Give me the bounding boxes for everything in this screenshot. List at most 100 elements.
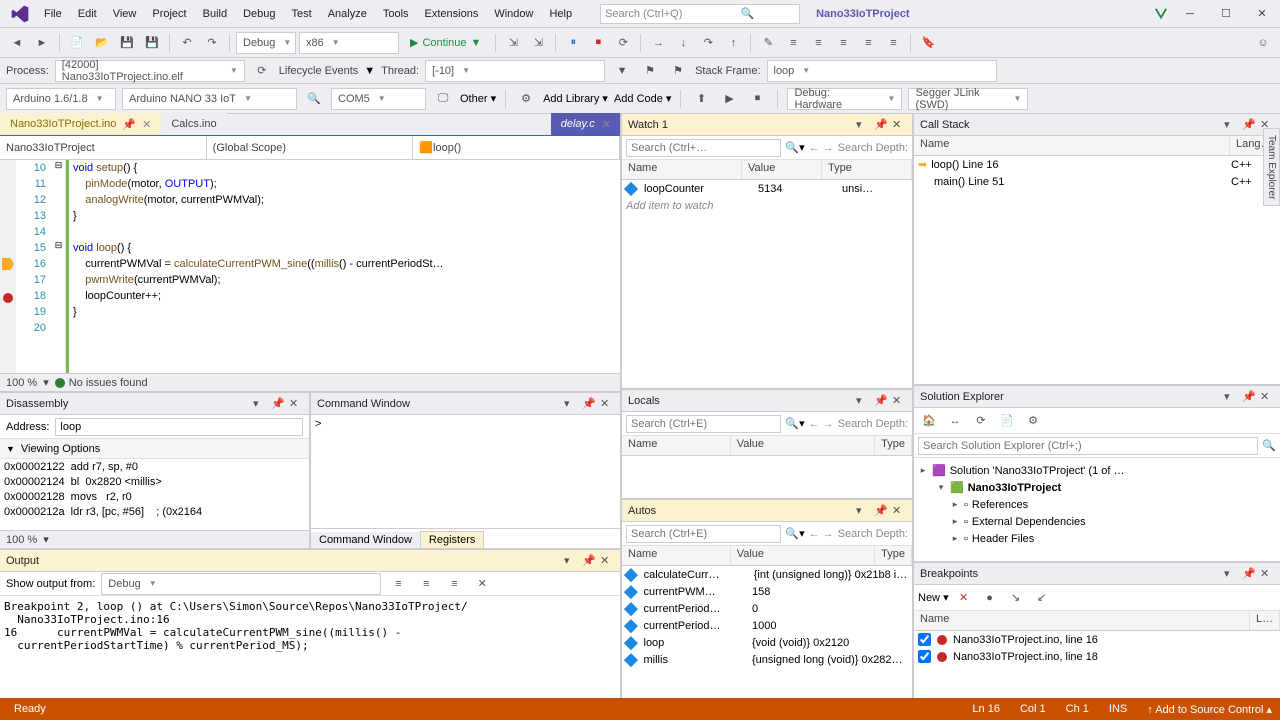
pause-icon[interactable]: ⏸ — [562, 32, 584, 54]
code-area[interactable]: 1011121314151617181920 ⊟⊟ void setup() {… — [0, 160, 620, 373]
sync-icon[interactable]: ↔ — [944, 410, 966, 432]
tb-icon-f[interactable]: ≡ — [882, 32, 904, 54]
show-next-stmt-icon[interactable]: → — [647, 32, 669, 54]
properties-icon[interactable]: ⚙ — [1022, 410, 1044, 432]
menu-test[interactable]: Test — [284, 4, 320, 24]
debug-stop-icon[interactable]: ⏹ — [746, 88, 768, 110]
nav-project[interactable]: Nano33IoTProject — [0, 136, 207, 159]
menu-build[interactable]: Build — [195, 4, 235, 24]
disassembly-header[interactable]: Disassembly▾📌✕ — [0, 393, 309, 415]
feedback-icon[interactable]: ☺ — [1252, 32, 1274, 54]
restart-icon[interactable]: ⟳ — [612, 32, 634, 54]
menu-file[interactable]: File — [36, 4, 70, 24]
autos-row[interactable]: currentPWM…158int — [622, 583, 912, 600]
clear-icon[interactable]: ✕ — [471, 573, 493, 595]
menu-help[interactable]: Help — [541, 4, 580, 24]
showall-icon[interactable]: 📄 — [996, 410, 1018, 432]
tab-main-ino[interactable]: Nano33IoTProject.ino📌✕ — [0, 113, 161, 135]
tb-icon-a[interactable]: ✎ — [757, 32, 779, 54]
pin-icon[interactable]: 📌 — [271, 397, 285, 411]
output-source-combo[interactable]: Debug▼ — [101, 573, 381, 595]
close-icon[interactable]: ✕ — [289, 397, 303, 411]
process-combo[interactable]: [42000] Nano33IoTProject.ino.elf▼ — [55, 60, 245, 82]
status-scm[interactable]: ↑ Add to Source Control ▴ — [1147, 703, 1272, 716]
save-icon[interactable]: 💾 — [116, 32, 138, 54]
nav-back-icon[interactable]: ◄ — [6, 32, 28, 54]
nav-func[interactable]: 🟧 loop() — [413, 136, 620, 159]
dropdown-icon[interactable]: ▾ — [253, 397, 267, 411]
autos-row[interactable]: millis{unsigned long (void)} 0x2820 …uns… — [622, 651, 912, 668]
output-icon3[interactable]: ≡ — [443, 573, 465, 595]
stackframe-combo[interactable]: loop▼ — [767, 60, 997, 82]
output-icon1[interactable]: ≡ — [387, 573, 409, 595]
com-combo[interactable]: COM5▼ — [331, 88, 426, 110]
menu-view[interactable]: View — [105, 4, 145, 24]
redo-icon[interactable]: ↷ — [201, 32, 223, 54]
command-body[interactable]: > — [311, 415, 620, 528]
nav-scope[interactable]: (Global Scope) — [207, 136, 414, 159]
save-all-icon[interactable]: 💾 — [141, 32, 163, 54]
autos-header[interactable]: Autos▾📌✕ — [622, 500, 912, 522]
menu-debug[interactable]: Debug — [235, 4, 283, 24]
menu-analyze[interactable]: Analyze — [320, 4, 375, 24]
lifecycle-icon[interactable]: ⟳ — [251, 60, 273, 82]
side-tab-team-explorer[interactable]: Team Explorer — [1263, 128, 1280, 206]
tab-calcs-ino[interactable]: Calcs.ino — [161, 113, 226, 135]
search-board-icon[interactable]: 🔍 — [303, 88, 325, 110]
delete-bp-icon[interactable]: ✕ — [953, 587, 975, 609]
step-icon2[interactable]: ⇲ — [527, 32, 549, 54]
add-code[interactable]: Add Code ▾ — [614, 92, 672, 105]
other-dropdown[interactable]: Other ▾ — [460, 92, 496, 105]
output-icon2[interactable]: ≡ — [415, 573, 437, 595]
solution-tree[interactable]: ▸🟪 Solution 'Nano33IoTProject' (1 of … ▾… — [914, 458, 1280, 561]
menu-tools[interactable]: Tools — [375, 4, 417, 24]
close-button[interactable]: ✕ — [1248, 4, 1276, 24]
continue-button[interactable]: ▶ Continue ▼ — [402, 32, 489, 54]
add-library[interactable]: Add Library ▾ — [543, 92, 608, 105]
tb-icon-b[interactable]: ≡ — [782, 32, 804, 54]
output-header[interactable]: Output▾📌✕ — [0, 550, 620, 572]
viewing-options[interactable]: ▼Viewing Options — [0, 439, 309, 459]
pin-icon[interactable]: 📌 — [122, 118, 136, 131]
import-icon[interactable]: ↙ — [1031, 587, 1053, 609]
gear-icon[interactable]: ⚙ — [515, 88, 537, 110]
new-project-icon[interactable]: 📄 — [66, 32, 88, 54]
maximize-button[interactable]: ☐ — [1212, 4, 1240, 24]
step-into-icon[interactable]: ↓ — [672, 32, 694, 54]
tab-cmd[interactable]: Command Window — [311, 532, 420, 548]
debug-hw-combo[interactable]: Debug: Hardware▼ — [787, 88, 902, 110]
flag2-icon[interactable]: ⚑ — [667, 60, 689, 82]
serial-monitor-icon[interactable]: 🖵 — [432, 88, 454, 110]
locals-header[interactable]: Locals▾📌✕ — [622, 390, 912, 412]
nav-fwd-icon[interactable]: ► — [31, 32, 53, 54]
open-icon[interactable]: 📂 — [91, 32, 113, 54]
step-over-icon[interactable]: ↷ — [697, 32, 719, 54]
zoom-level[interactable]: 100 % — [6, 377, 37, 389]
menu-project[interactable]: Project — [144, 4, 194, 24]
autos-row[interactable]: calculateCurr…{int (unsigned long)} 0x21… — [622, 566, 912, 583]
home-icon[interactable]: 🏠 — [918, 410, 940, 432]
breakpoint-row[interactable]: Nano33IoTProject.ino, line 18 — [914, 648, 1280, 665]
probe-combo[interactable]: Segger JLink (SWD)▼ — [908, 88, 1028, 110]
autos-row[interactable]: currentPeriod…0unsigned… — [622, 600, 912, 617]
refresh-icon[interactable]: ⟳ — [970, 410, 992, 432]
arduino-ver-combo[interactable]: Arduino 1.6/1.8▼ — [6, 88, 116, 110]
command-header[interactable]: Command Window▾📌✕ — [311, 393, 620, 415]
bp-header[interactable]: Breakpoints▾📌✕ — [914, 563, 1280, 585]
autos-row[interactable]: loop{void (void)} 0x2120 void (voi… — [622, 634, 912, 651]
stop-icon[interactable]: ⏹ — [587, 32, 609, 54]
minimize-button[interactable]: ─ — [1176, 4, 1204, 24]
bookmark-icon[interactable]: 🔖 — [917, 32, 939, 54]
enable-bp-icon[interactable]: ● — [979, 587, 1001, 609]
watch-search[interactable] — [626, 139, 781, 157]
upload-icon[interactable]: ⬆ — [690, 88, 712, 110]
callstack-row[interactable]: main() Line 51C++ — [914, 173, 1280, 190]
address-input[interactable] — [55, 418, 303, 436]
new-bp-dropdown[interactable]: New ▾ — [918, 591, 949, 604]
locals-search[interactable] — [626, 415, 781, 433]
autos-search[interactable] — [626, 525, 781, 543]
close-icon[interactable]: ✕ — [601, 118, 610, 131]
watch-header[interactable]: Watch 1▾📌✕ — [622, 114, 912, 136]
tb-icon-e[interactable]: ≡ — [857, 32, 879, 54]
tb-icon-d[interactable]: ≡ — [832, 32, 854, 54]
